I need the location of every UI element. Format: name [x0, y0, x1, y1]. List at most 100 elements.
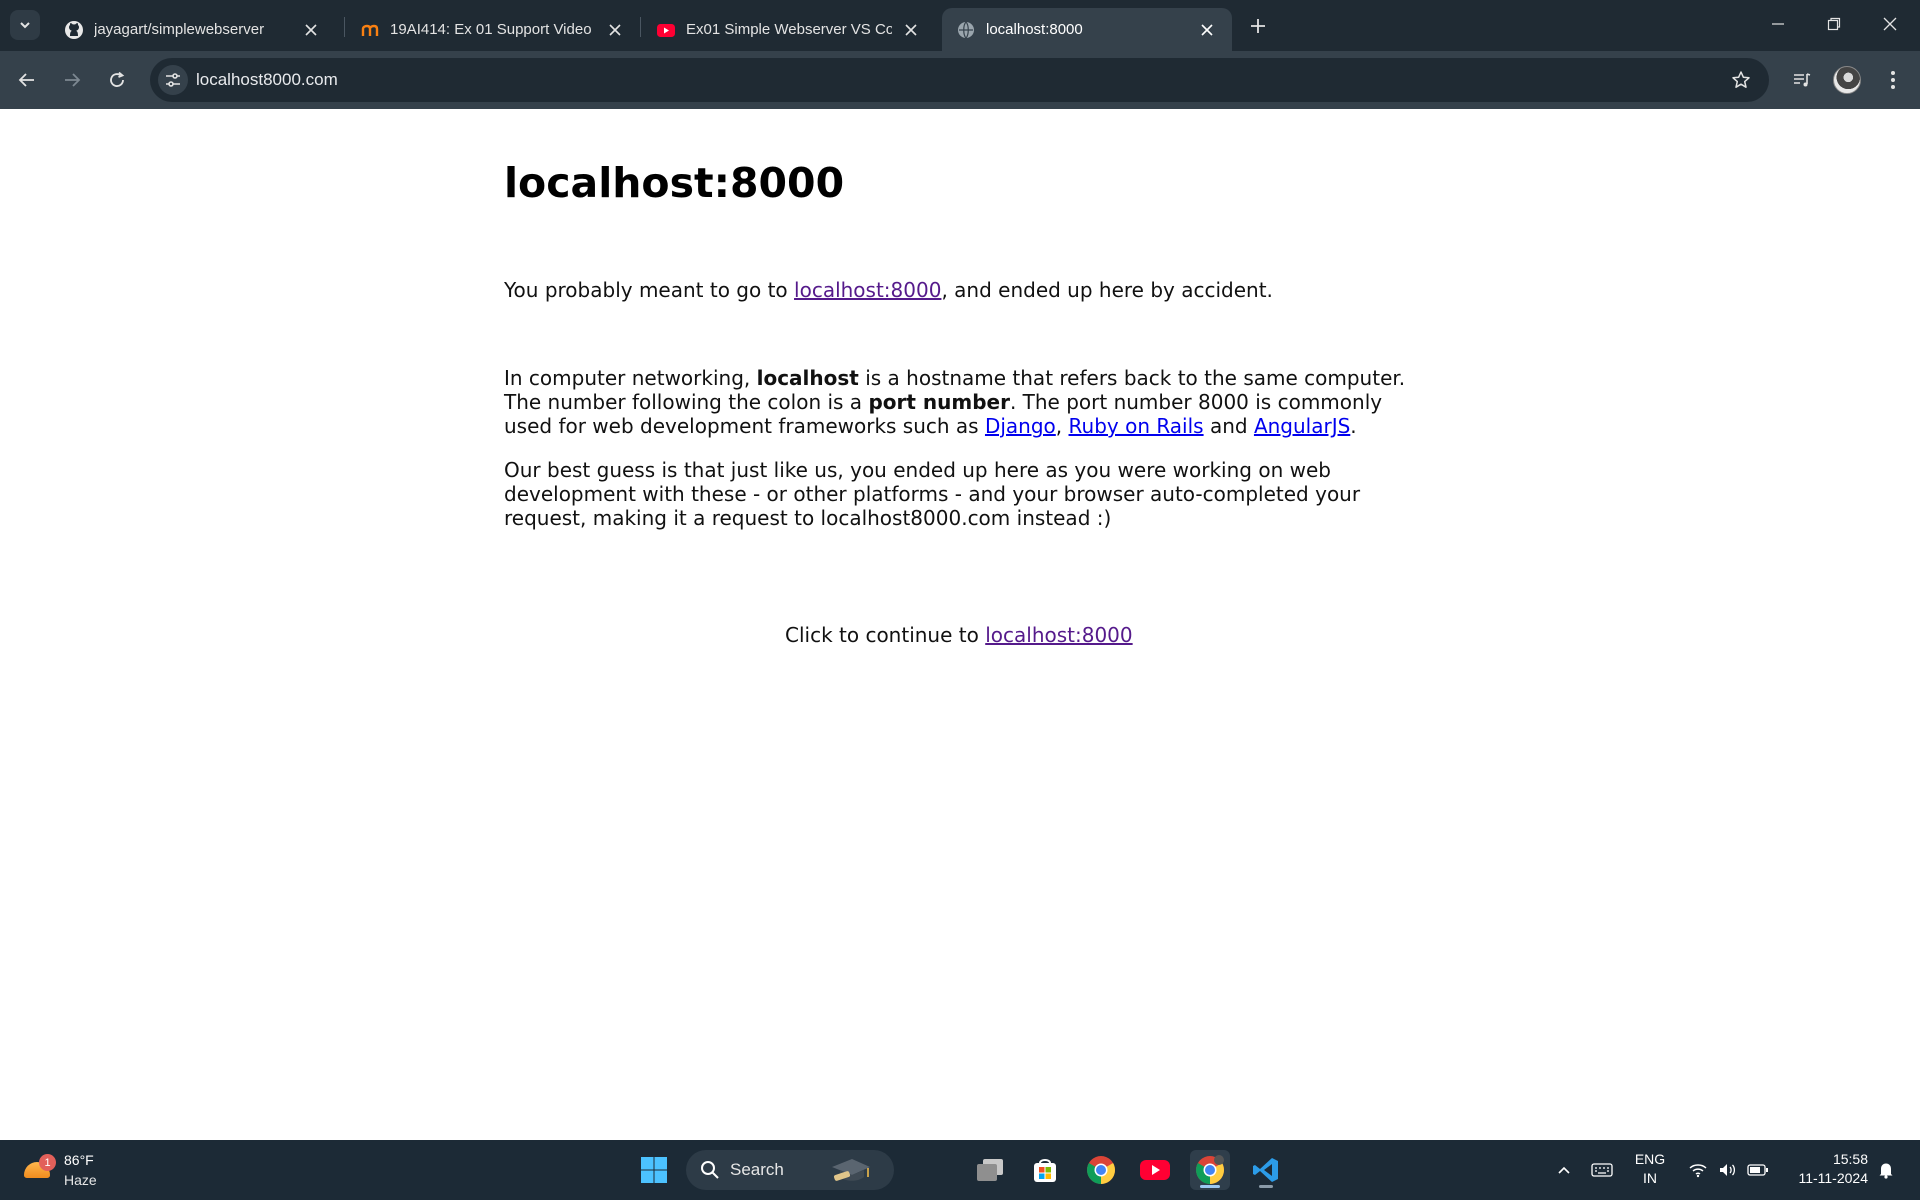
django-link[interactable]: Django — [985, 414, 1056, 438]
network-button[interactable] — [1684, 1140, 1712, 1200]
close-window-button[interactable] — [1862, 0, 1918, 48]
weather-condition: Haze — [64, 1172, 97, 1188]
avatar — [1833, 66, 1861, 94]
clock[interactable]: 15:58 11-11-2024 — [1780, 1150, 1868, 1188]
language-code: ENG — [1634, 1151, 1666, 1167]
graduation-cap-icon — [831, 1159, 870, 1181]
clock-date: 11-11-2024 — [1798, 1170, 1868, 1186]
chrome-profile-taskbar-button[interactable] — [1190, 1150, 1230, 1190]
profile-button[interactable] — [1830, 63, 1864, 97]
youtube-icon — [656, 20, 676, 40]
wifi-icon — [1689, 1164, 1707, 1178]
tab-github[interactable]: jayagart/simplewebserver — [50, 8, 336, 51]
explanation-text: . — [1350, 414, 1357, 439]
arrow-right-icon — [65, 73, 81, 87]
chevron-down-icon — [20, 22, 30, 29]
minimize-button[interactable] — [1750, 0, 1806, 48]
battery-button[interactable] — [1744, 1140, 1772, 1200]
intro-paragraph: You probably meant to go to localhost:80… — [504, 278, 1424, 302]
weather-temperature: 86°F — [64, 1152, 94, 1168]
site-info-button[interactable] — [158, 65, 188, 95]
minimize-icon — [1772, 23, 1784, 25]
youtube-icon — [1140, 1160, 1170, 1180]
port-number-term: port number — [868, 390, 1010, 415]
volume-icon — [1720, 1164, 1736, 1176]
close-icon — [1883, 17, 1897, 31]
tab-title: jayagart/simplewebserver — [94, 21, 265, 38]
star-icon — [1732, 71, 1750, 88]
page-viewport: localhost:8000 You probably meant to go … — [0, 109, 1920, 1140]
restore-button[interactable] — [1806, 0, 1862, 48]
task-view-icon — [977, 1159, 1003, 1181]
localhost-term: localhost — [756, 366, 859, 391]
tab-separator — [344, 17, 345, 37]
youtube-taskbar-button[interactable] — [1135, 1150, 1175, 1190]
tab-search-button[interactable] — [10, 10, 40, 40]
taskbar: 1 86°F Haze Search ENG IN 15:58 11-11-20… — [0, 1140, 1920, 1200]
windows-icon — [641, 1157, 667, 1183]
tab-moodle[interactable]: 19AI414: Ex 01 Support Video | — [346, 8, 640, 51]
address-bar[interactable]: localhost8000.com — [150, 58, 1769, 102]
tab-separator — [640, 17, 641, 37]
volume-button[interactable] — [1714, 1140, 1742, 1200]
show-hidden-icons-button[interactable] — [1552, 1140, 1576, 1200]
store-button[interactable] — [1025, 1150, 1065, 1190]
guess-paragraph: Our best guess is that just like us, you… — [504, 458, 1361, 531]
intro-text-end: , and ended up here by accident. — [941, 278, 1273, 303]
bell-icon — [1879, 1163, 1893, 1179]
taskbar-search[interactable]: Search — [686, 1150, 894, 1190]
queue-music-icon — [1794, 73, 1811, 87]
close-icon[interactable] — [300, 19, 322, 41]
angularjs-link[interactable]: AngularJS — [1254, 414, 1350, 438]
ruby-on-rails-link[interactable]: Ruby on Rails — [1069, 414, 1204, 438]
notification-badge: 1 — [39, 1154, 56, 1171]
close-icon[interactable] — [1196, 19, 1218, 41]
bookmark-button[interactable] — [1729, 68, 1753, 92]
tab-title: Ex01 Simple Webserver VS Code — [686, 21, 892, 38]
explanation-text: , — [1055, 414, 1069, 439]
tab-localhost[interactable]: localhost:8000 — [942, 8, 1232, 51]
tab-youtube[interactable]: Ex01 Simple Webserver VS Code — [642, 8, 936, 51]
task-view-button[interactable] — [970, 1150, 1010, 1190]
url-text[interactable]: localhost8000.com — [196, 70, 338, 90]
input-language[interactable]: ENG IN — [1630, 1150, 1670, 1188]
touch-keyboard-button[interactable] — [1588, 1140, 1616, 1200]
tab-strip: jayagart/simplewebserver 19AI414: Ex 01 … — [0, 0, 1920, 51]
github-icon — [64, 20, 84, 40]
more-vertical-icon — [1891, 71, 1895, 89]
close-icon[interactable] — [604, 19, 626, 41]
weather-widget[interactable]: 1 86°F Haze — [20, 1148, 140, 1192]
reload-icon — [110, 71, 125, 87]
arrow-left-icon — [18, 73, 34, 87]
page-content: localhost:8000 You probably meant to go … — [504, 159, 1424, 531]
notifications-button[interactable] — [1872, 1140, 1900, 1200]
continue-text: Click to continue to — [785, 623, 986, 647]
running-indicator — [1259, 1185, 1273, 1188]
tab-title: 19AI414: Ex 01 Support Video | — [390, 21, 596, 38]
continue-line: Click to continue to localhost:8000 — [785, 623, 1133, 647]
active-indicator — [1200, 1185, 1220, 1188]
explanation-paragraph: In computer networking, localhost is a h… — [504, 366, 1424, 438]
chrome-taskbar-button[interactable] — [1081, 1150, 1121, 1190]
page-title: localhost:8000 — [504, 159, 845, 207]
new-tab-button[interactable] — [1244, 12, 1272, 40]
restore-icon — [1827, 17, 1841, 31]
media-control-button[interactable] — [1785, 63, 1819, 97]
menu-button[interactable] — [1876, 63, 1910, 97]
vscode-taskbar-button[interactable] — [1246, 1150, 1286, 1190]
forward-button[interactable] — [55, 63, 89, 97]
chevron-up-icon — [1558, 1166, 1570, 1174]
localhost-link[interactable]: localhost:8000 — [794, 278, 941, 302]
close-icon[interactable] — [900, 19, 922, 41]
tab-title: localhost:8000 — [986, 21, 1083, 38]
back-button[interactable] — [10, 63, 44, 97]
globe-icon — [956, 20, 976, 40]
battery-icon — [1747, 1164, 1768, 1176]
intro-text: You probably meant to go to — [504, 278, 795, 303]
start-button[interactable] — [634, 1150, 674, 1190]
reload-button[interactable] — [100, 63, 134, 97]
clock-time: 15:58 — [1832, 1151, 1868, 1167]
continue-link[interactable]: localhost:8000 — [985, 623, 1132, 647]
explanation-text: In computer networking, — [504, 366, 757, 391]
chrome-icon — [1087, 1156, 1115, 1184]
